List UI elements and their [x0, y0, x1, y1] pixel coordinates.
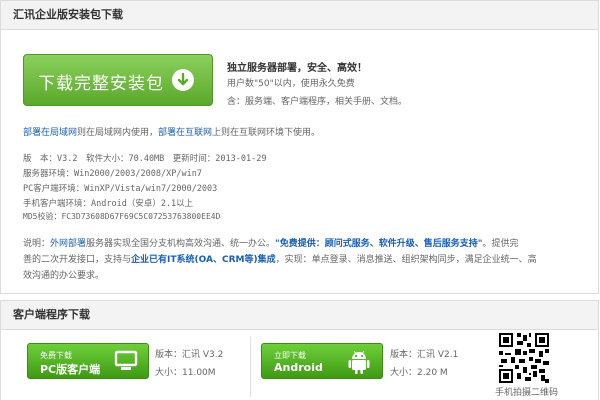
download-button-label: 下载完整安装包	[38, 74, 164, 94]
desc-text-2: 。提供完	[482, 239, 519, 249]
download-full-package-button[interactable]: 下载完整安装包	[23, 54, 213, 106]
feature-users: 用户数"50"以内，使用永久免费	[227, 79, 355, 89]
enterprise-download-panel: 汇讯企业版安装包下载 下载完整安装包 独立服务器部署，安全、高效！ 用户数"50…	[0, 0, 599, 294]
internet-deploy-text: 上则在互联网环境下使用。	[212, 128, 321, 138]
lan-deploy-text: 则在局域网内使用，	[77, 128, 159, 138]
pc-client-download-button[interactable]: 免费下载 PC版客户端	[27, 343, 149, 379]
pc-button-line-1: 免费下载	[40, 351, 72, 360]
android-icon	[346, 348, 372, 379]
internet-deploy-link[interactable]: 部署在互联网	[158, 128, 212, 138]
client-panel-title: 客户端程序下载	[1, 301, 598, 330]
desc-text-1: 服务器实现全国分支机构高效沟通、统一办公。	[86, 239, 276, 249]
server-env: 服务器环境：Win2000/2003/2008/XP/win7	[23, 169, 202, 179]
qr-caption: 手机拍摄二维码	[495, 388, 559, 398]
description-line-2: 善的二次开发接口，支持与企业已有IT系统(OA、CRM等)集成，实现：单点登录、…	[23, 252, 537, 265]
monitor-icon	[114, 350, 138, 375]
pc-client-env: PC客户端环境：WinXP/Vista/win7/2000/2003	[23, 184, 218, 194]
desc-line2-text-2: ，实现：单点登录、消息推送、组织架构同步，满足企业统一、高	[275, 255, 537, 265]
desc-line2-text-1: 善的二次开发接口，支持与	[23, 255, 132, 265]
qr-code-icon	[499, 333, 549, 386]
enterprise-panel-title: 汇讯企业版安装包下载	[1, 1, 598, 30]
desc-prefix: 说明：	[23, 239, 51, 249]
android-client-version: 版本：汇讯 V2.1	[390, 350, 459, 360]
android-client-download-button[interactable]: 立即下载 Android	[261, 343, 383, 379]
pc-button-line-2: PC版客户端	[40, 363, 101, 376]
md5-checksum: MD5校验：FC3D73608D67F69C5C07253763800EE4D	[23, 212, 221, 221]
pc-client-size: 大小：11.00M	[155, 368, 216, 378]
tagline: 独立服务器部署，安全、高效！	[227, 63, 367, 74]
android-button-line-1: 立即下载	[274, 351, 306, 360]
free-services-link[interactable]: "免费提供：顾问式服务、软件升级、售后服务支持"	[275, 239, 482, 249]
download-arrow-icon	[172, 69, 194, 91]
version-info: 版 本：V3.2 软件大小：70.40MB 更新时间：2013-01-29	[23, 154, 267, 164]
mobile-client-env: 手机客户端环境：Android（安卓）2.1以上	[23, 199, 194, 209]
external-deploy-link[interactable]: 外网部署	[50, 239, 86, 249]
android-button-line-2: Android	[274, 361, 323, 374]
deploy-line: 部署在局域网则在局域网内使用，部署在互联网上则在互联网环境下使用。	[23, 125, 320, 138]
pc-client-version: 版本：汇讯 V3.2	[155, 350, 224, 360]
description-line-3: 效沟通的办公要求。	[23, 271, 105, 281]
it-integration-link[interactable]: 企业已有IT系统(OA、CRM等)集成	[131, 255, 276, 265]
android-client-size: 大小：2.20 M	[390, 368, 448, 378]
client-download-panel: 客户端程序下载 免费下载 PC版客户端 版本：汇讯 V3.2 大小：11.00M…	[0, 300, 599, 400]
column-divider	[250, 337, 251, 397]
description-line-1: 说明：外网部署服务器实现全国分支机构高效沟通、统一办公。"免费提供：顾问式服务、…	[23, 236, 518, 249]
feature-contents: 含：服务端、客户端程序，相关手册、文档。	[227, 97, 408, 107]
lan-deploy-link[interactable]: 部署在局域网	[23, 128, 77, 138]
